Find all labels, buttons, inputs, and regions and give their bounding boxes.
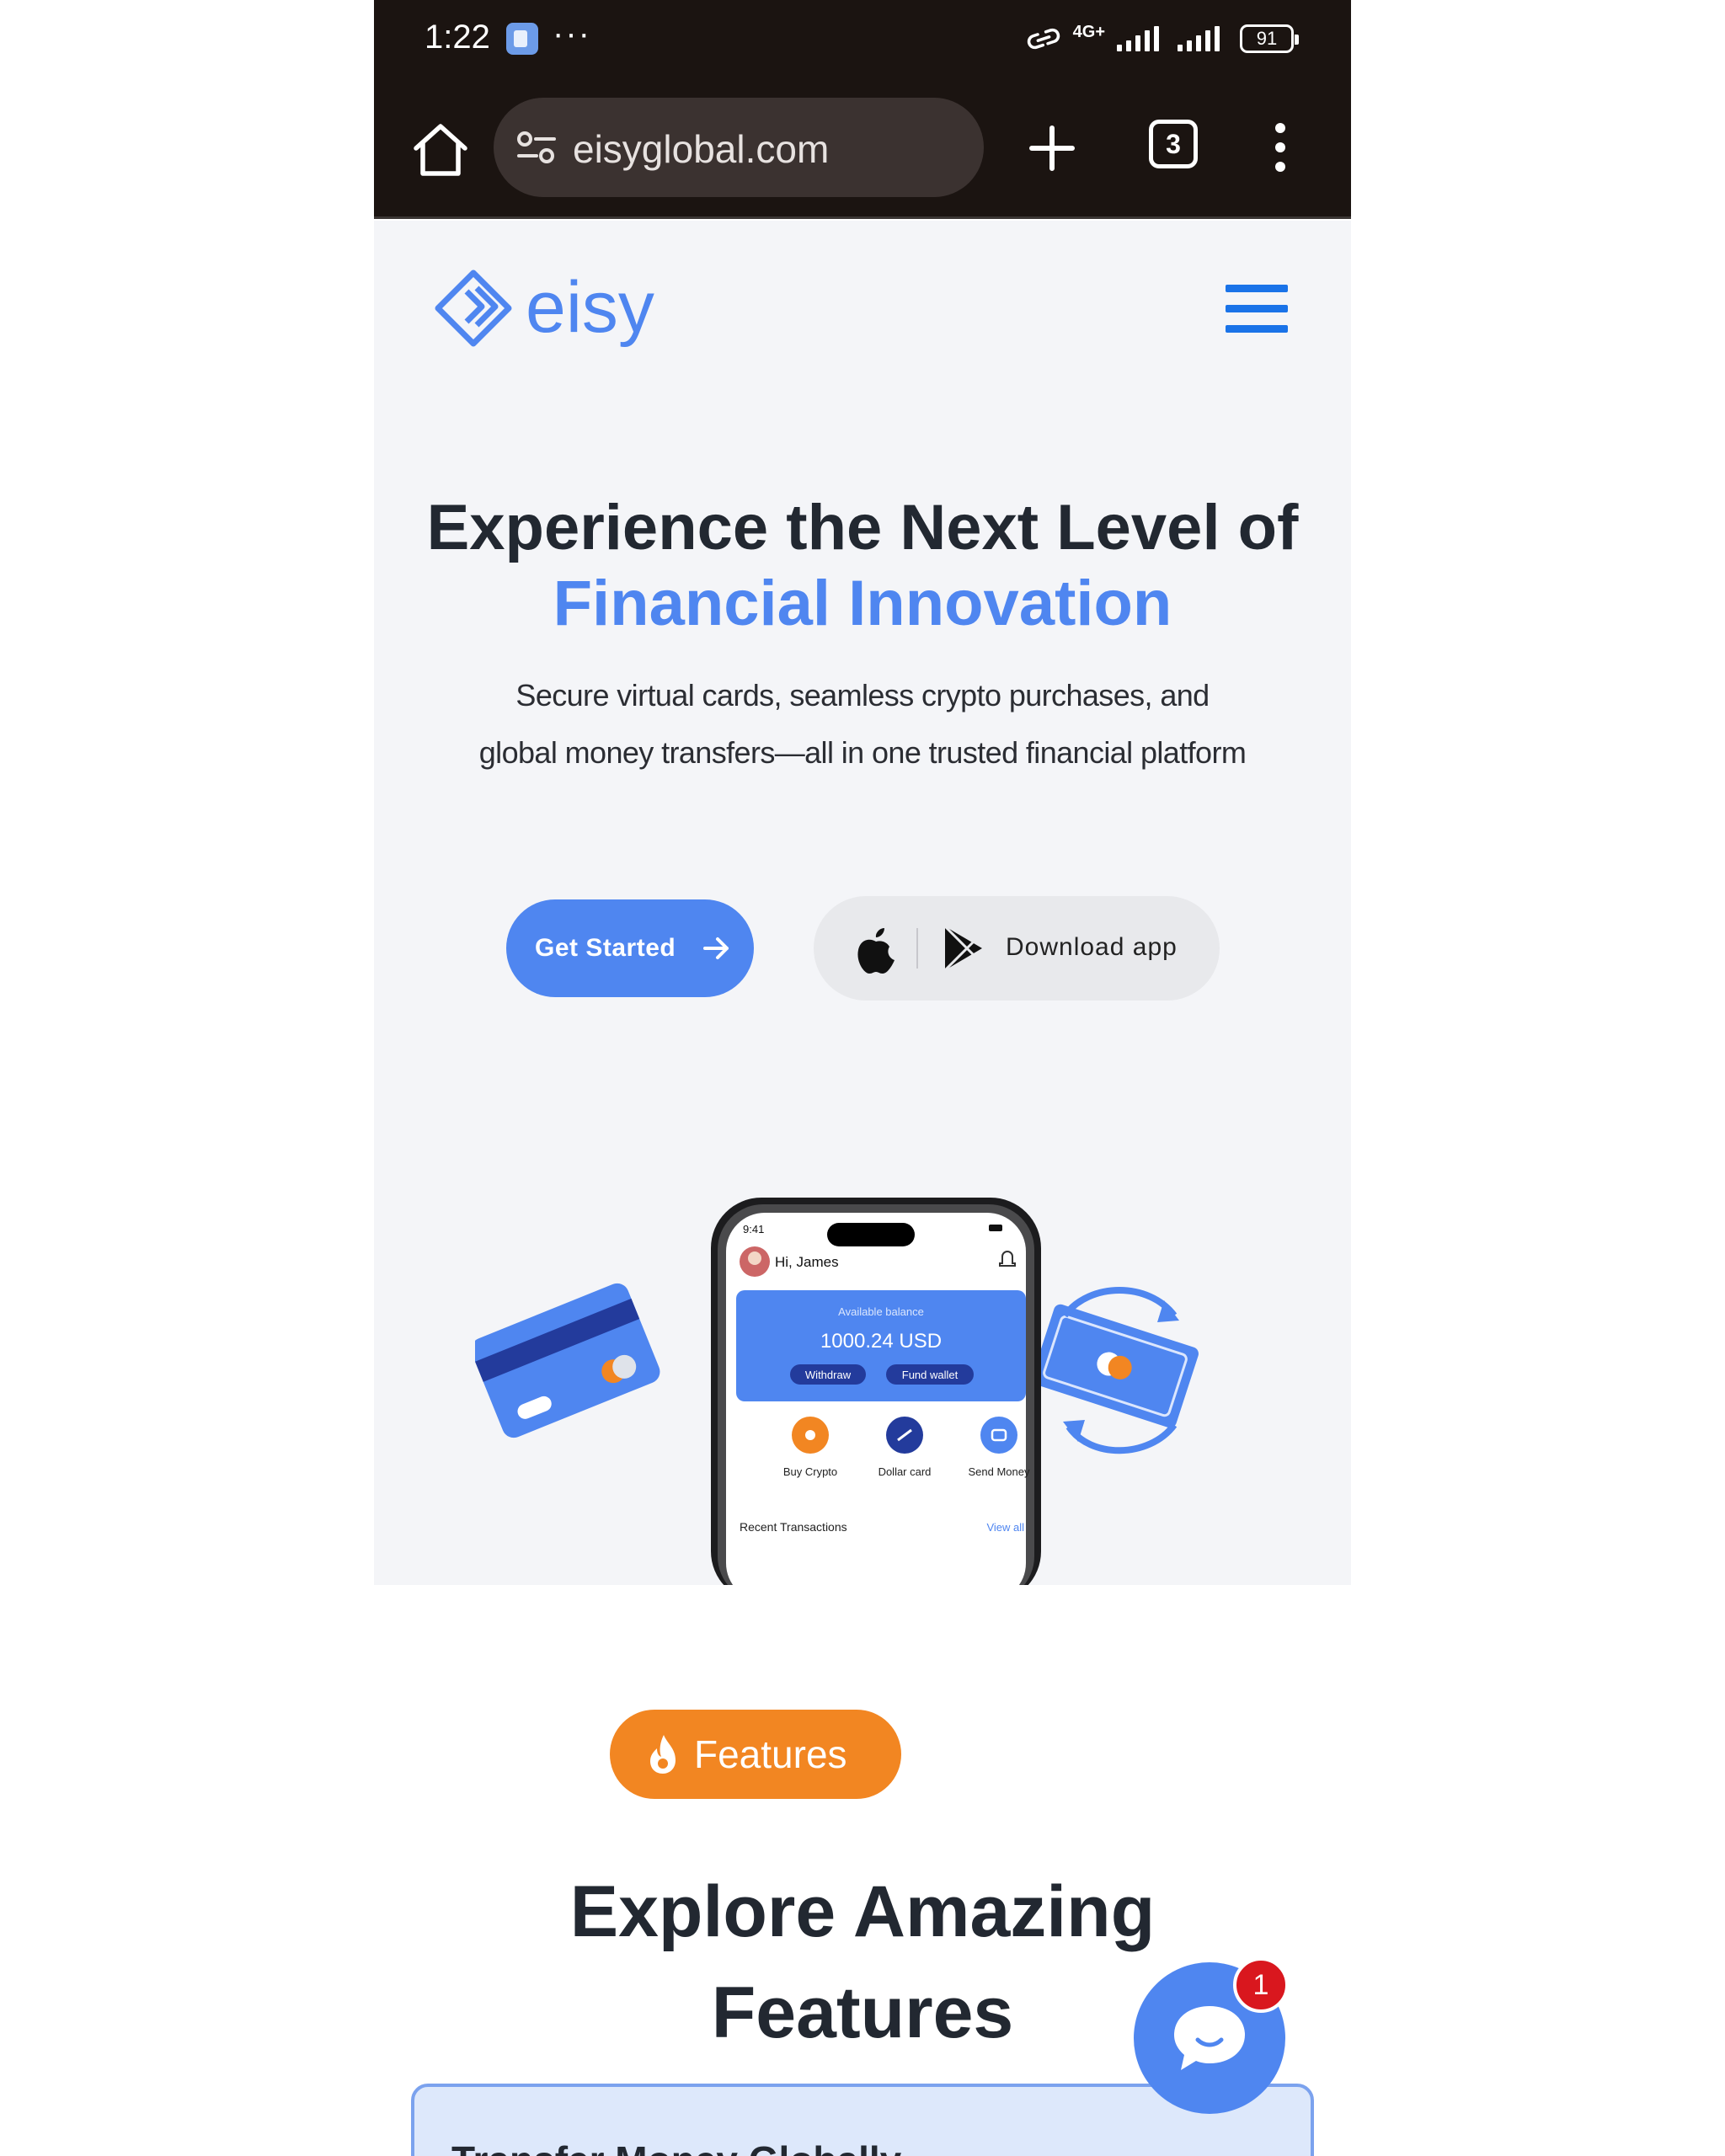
phone-balance-label: Available balance bbox=[838, 1305, 924, 1318]
hero-illustration: 9:41 Hi, James Available balance 1000.24… bbox=[475, 1198, 1199, 1585]
hero-title: Experience the Next Level of Financial I… bbox=[374, 490, 1351, 642]
features-title-line1: Explore Amazing bbox=[569, 1871, 1156, 1952]
chat-bubble-icon bbox=[1174, 2006, 1245, 2070]
tab-switcher-button[interactable]: 3 bbox=[1149, 120, 1198, 168]
signal-icon-sim2 bbox=[1178, 26, 1220, 51]
flame-icon bbox=[650, 1735, 676, 1774]
link-icon bbox=[1027, 28, 1060, 50]
notification-app-icon bbox=[506, 23, 538, 55]
hero-title-line1: Experience the Next Level of bbox=[426, 492, 1299, 563]
phone-withdraw: Withdraw bbox=[805, 1369, 852, 1381]
logo-mark-icon: eisy bbox=[435, 267, 654, 348]
phone-action-send-money: Send Money bbox=[969, 1465, 1030, 1478]
google-play-icon bbox=[943, 925, 982, 972]
feature-card-title: Transfer Money Globally bbox=[451, 2137, 901, 2156]
home-icon[interactable] bbox=[408, 118, 473, 184]
signal-icon-sim1 bbox=[1117, 26, 1159, 51]
phone-action-buy-crypto: Buy Crypto bbox=[783, 1465, 837, 1478]
hero-subtitle: Secure virtual cards, seamless crypto pu… bbox=[425, 667, 1300, 782]
browser-toolbar: eisyglobal.com 3 bbox=[374, 83, 1351, 219]
phone-mockup: 9:41 Hi, James Available balance 1000.24… bbox=[711, 1198, 1041, 1585]
status-time: 1:22 bbox=[425, 19, 490, 56]
phone-balance-value: 1000.24 USD bbox=[820, 1330, 942, 1353]
overflow-menu-icon[interactable] bbox=[1272, 120, 1289, 175]
arrow-right-icon bbox=[703, 937, 729, 959]
phone-screen: 1:22 ··· 4G+ 91 eisyglobal.com 3 eisy Ex… bbox=[374, 0, 1351, 2156]
features-badge-label: Features bbox=[694, 1732, 847, 1776]
network-type: 4G+ bbox=[1072, 23, 1105, 41]
phone-view-all: View all bbox=[986, 1521, 1024, 1534]
chat-notification-badge: 1 bbox=[1233, 1957, 1289, 2013]
eisy-logo[interactable]: eisy bbox=[433, 264, 686, 357]
logo-text: eisy bbox=[526, 267, 654, 348]
download-divider bbox=[916, 928, 918, 969]
apple-icon bbox=[857, 928, 895, 974]
hero-title-line2: Financial Innovation bbox=[553, 568, 1172, 639]
url-text: eisyglobal.com bbox=[573, 127, 830, 171]
download-app-button[interactable]: Download app bbox=[814, 896, 1220, 1001]
features-badge: Features bbox=[610, 1710, 901, 1799]
get-started-label: Get Started bbox=[535, 934, 676, 962]
phone-time: 9:41 bbox=[743, 1223, 764, 1235]
status-bar: 1:22 ··· 4G+ 91 bbox=[374, 0, 1351, 83]
site-hero: eisy Experience the Next Level of Financ… bbox=[374, 221, 1351, 1585]
site-settings-icon[interactable] bbox=[515, 130, 558, 165]
phone-fund-wallet: Fund wallet bbox=[902, 1369, 959, 1381]
status-icons: 4G+ 91 bbox=[1026, 19, 1299, 59]
phone-action-dollar-card: Dollar card bbox=[879, 1465, 932, 1478]
more-notifications-icon: ··· bbox=[553, 15, 591, 52]
phone-recent-transactions: Recent Transactions bbox=[740, 1520, 847, 1534]
download-app-label: Download app bbox=[1006, 933, 1178, 961]
new-tab-icon[interactable] bbox=[1023, 116, 1081, 180]
address-bar[interactable]: eisyglobal.com bbox=[494, 98, 984, 197]
hamburger-menu-icon[interactable] bbox=[1226, 285, 1288, 335]
features-title-line2: Features bbox=[711, 1972, 1014, 2053]
hero-subtitle-line2: global money transfers—all in one truste… bbox=[478, 735, 1247, 770]
phone-greeting: Hi, James bbox=[775, 1254, 839, 1270]
hero-subtitle-line1: Secure virtual cards, seamless crypto pu… bbox=[515, 678, 1210, 712]
money-transfer-illustration bbox=[1032, 1287, 1199, 1454]
credit-card-illustration bbox=[475, 1283, 660, 1438]
page: 1:22 ··· 4G+ 91 eisyglobal.com 3 eisy Ex… bbox=[0, 0, 1725, 2156]
get-started-button[interactable]: Get Started bbox=[506, 899, 754, 997]
battery-icon: 91 bbox=[1240, 24, 1299, 53]
